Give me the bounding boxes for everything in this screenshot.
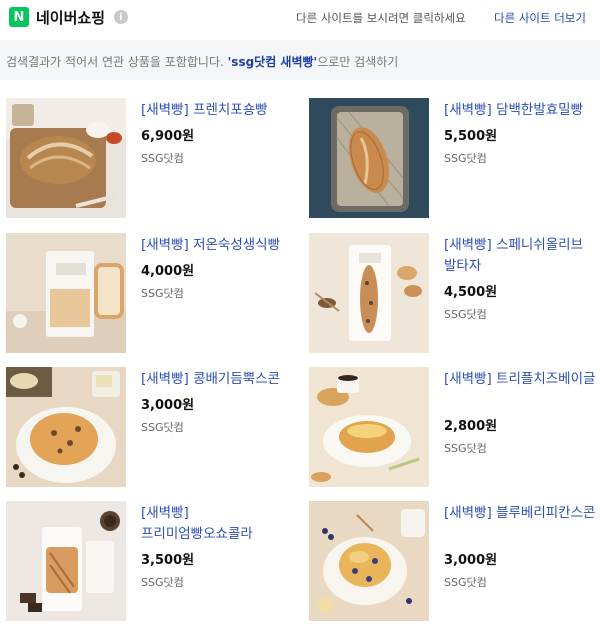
- naver-shopping-logo-icon[interactable]: N: [9, 7, 29, 27]
- product-title[interactable]: [새벽빵] 프렌치포숑빵: [141, 100, 301, 121]
- product-seller: SSG닷컴: [141, 152, 184, 165]
- product-card[interactable]: [새벽빵] 스페니쉬올리브 발타자 4,500원 SSG닷컴: [309, 233, 599, 355]
- product-price: 4,000원: [141, 264, 195, 279]
- product-price: 3,000원: [141, 398, 195, 413]
- product-price: 4,500원: [444, 285, 498, 300]
- related-results-notice: 검색결과가 적어서 연관 상품을 포함합니다. 'ssg닷컴 새벽빵'으로만 검…: [0, 40, 600, 80]
- product-title[interactable]: [새벽빵] 블루베리피칸스콘: [444, 503, 600, 524]
- product-image-cheese-bagel[interactable]: [309, 367, 429, 487]
- product-card[interactable]: [새벽빵] 저온숙성생식빵 4,000원 SSG닷컴: [6, 233, 296, 355]
- other-sites-link[interactable]: 다른 사이트 더보기: [494, 10, 586, 26]
- brand-title[interactable]: 네이버쇼핑: [36, 7, 105, 28]
- product-price: 2,800원: [444, 419, 498, 434]
- product-title[interactable]: [새벽빵] 담백한발효밀빵: [444, 100, 600, 121]
- product-price: 5,500원: [444, 129, 498, 144]
- product-seller: SSG닷컴: [444, 442, 487, 455]
- product-image-french-bread[interactable]: [6, 98, 126, 218]
- product-seller: SSG닷컴: [141, 287, 184, 300]
- product-card[interactable]: [새벽빵] 트리플치즈베이글 2,800원 SSG닷컴: [309, 367, 599, 489]
- header: N 네이버쇼핑 i 다른 사이트를 보시려면 클릭하세요 다른 사이트 더보기: [0, 0, 600, 36]
- product-seller: SSG닷컴: [444, 308, 487, 321]
- product-card[interactable]: [새벽빵] 담백한발효밀빵 5,500원 SSG닷컴: [309, 98, 599, 220]
- product-image-chocolate-bread[interactable]: [6, 501, 126, 621]
- product-card[interactable]: [새벽빵] 프리미엄빵오쇼콜라 3,500원 SSG닷컴: [6, 501, 296, 623]
- product-seller: SSG닷컴: [444, 152, 487, 165]
- notice-suffix[interactable]: 으로만 검색하기: [317, 55, 398, 69]
- product-image-wheat-loaf[interactable]: [309, 98, 429, 218]
- product-card[interactable]: [새벽빵] 프렌치포숑빵 6,900원 SSG닷컴: [6, 98, 296, 220]
- product-title[interactable]: [새벽빵] 스페니쉬올리브 발타자: [444, 235, 600, 277]
- product-seller: SSG닷컴: [141, 421, 184, 434]
- product-price: 3,000원: [444, 553, 498, 568]
- exact-search-keyword-link[interactable]: 'ssg닷컴 새벽빵': [228, 55, 318, 69]
- product-image-bean-scone[interactable]: [6, 367, 126, 487]
- product-image-olive-bread[interactable]: [309, 233, 429, 353]
- product-seller: SSG닷컴: [444, 576, 487, 589]
- product-image-blueberry-scone[interactable]: [309, 501, 429, 621]
- product-seller: SSG닷컴: [141, 576, 184, 589]
- product-card[interactable]: [새벽빵] 콩배기듬뿍스콘 3,000원 SSG닷컴: [6, 367, 296, 489]
- product-image-bread-bag[interactable]: [6, 233, 126, 353]
- product-title[interactable]: [새벽빵] 콩배기듬뿍스콘: [141, 369, 301, 390]
- other-sites-hint: 다른 사이트를 보시려면 클릭하세요: [296, 11, 466, 25]
- notice-text: 검색결과가 적어서 연관 상품을 포함합니다. 'ssg닷컴 새벽빵'으로만 검…: [6, 53, 398, 70]
- notice-prefix: 검색결과가 적어서 연관 상품을 포함합니다.: [6, 55, 224, 69]
- product-title[interactable]: [새벽빵] 저온숙성생식빵: [141, 235, 301, 256]
- product-title[interactable]: [새벽빵] 트리플치즈베이글: [444, 369, 600, 390]
- product-price: 3,500원: [141, 553, 195, 568]
- product-card[interactable]: [새벽빵] 블루베리피칸스콘 3,000원 SSG닷컴: [309, 501, 599, 623]
- product-price: 6,900원: [141, 129, 195, 144]
- info-icon[interactable]: i: [114, 10, 128, 24]
- product-title[interactable]: [새벽빵] 프리미엄빵오쇼콜라: [141, 503, 301, 545]
